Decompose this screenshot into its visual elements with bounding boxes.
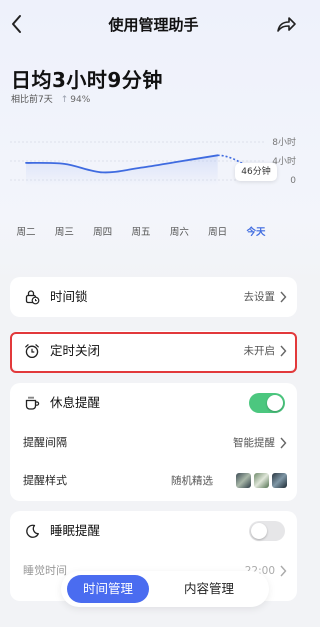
x-tick-label[interactable]: 周四 xyxy=(93,227,112,238)
page-title: 使用管理助手 xyxy=(108,16,199,34)
lock-clock-icon xyxy=(25,290,40,305)
x-tick-label[interactable]: 周二 xyxy=(16,227,35,238)
tab-content-management[interactable]: 内容管理 xyxy=(161,575,257,603)
daily-average: 日均3小时9分钟 xyxy=(11,68,163,92)
reminder-interval-value: 智能提醒 xyxy=(233,437,275,449)
time-lock-value: 去设置 xyxy=(243,291,276,303)
today-value-tooltip: 46分钟 xyxy=(235,163,277,181)
rest-reminder-card: 休息提醒 提醒间隔 智能提醒 提醒样式 随机精选 xyxy=(10,383,297,501)
coffee-cup-icon xyxy=(25,396,40,410)
usage-chart: 8小时4小时0 周二 周三 周四 周五 周六 周日 今天 xyxy=(10,136,296,238)
chevron-right-icon xyxy=(280,437,287,449)
reminder-style-row[interactable]: 提醒样式 随机精选 xyxy=(10,461,297,501)
rest-reminder-label: 休息提醒 xyxy=(50,395,101,410)
reminder-style-label: 提醒样式 xyxy=(23,474,67,487)
x-tick-label[interactable]: 周五 xyxy=(131,227,150,238)
tab-time-management[interactable]: 时间管理 xyxy=(67,575,149,603)
sleep-reminder-row: 睡眠提醒 xyxy=(10,511,297,551)
share-icon xyxy=(277,17,296,32)
reminder-interval-row[interactable]: 提醒间隔 智能提醒 xyxy=(10,423,297,463)
style-thumbnail xyxy=(272,473,287,488)
compare-label: 相比前7天 xyxy=(11,95,53,105)
sleep-reminder-toggle[interactable] xyxy=(249,521,285,541)
toggle-knob xyxy=(267,395,283,411)
compare-percent: 94% xyxy=(70,95,91,105)
time-lock-label: 时间锁 xyxy=(50,289,88,304)
time-lock-card: 时间锁 去设置 xyxy=(10,277,297,317)
x-tick-label[interactable]: 周日 xyxy=(208,227,227,238)
up-arrow-icon: ↑ xyxy=(60,95,69,105)
style-thumbnail xyxy=(236,473,251,488)
rest-reminder-toggle[interactable] xyxy=(249,393,285,413)
comparison-text: 相比前7天 ↑ 94% xyxy=(11,92,90,105)
chevron-right-icon xyxy=(280,291,287,303)
selection-highlight xyxy=(10,332,297,373)
time-lock-row[interactable]: 时间锁 去设置 xyxy=(10,277,297,317)
reminder-style-value: 随机精选 xyxy=(171,475,213,487)
x-tick-label[interactable]: 今天 xyxy=(245,226,266,238)
toggle-knob xyxy=(251,523,267,539)
style-thumbnail xyxy=(254,473,269,488)
chevron-right-icon xyxy=(280,565,287,577)
reminder-interval-label: 提醒间隔 xyxy=(23,436,67,449)
moon-icon xyxy=(26,524,39,538)
rest-reminder-row: 休息提醒 xyxy=(10,383,297,423)
x-tick-label[interactable]: 周三 xyxy=(55,227,74,238)
sleep-reminder-label: 睡眠提醒 xyxy=(50,523,101,538)
x-tick-label[interactable]: 周六 xyxy=(170,226,190,238)
y-tick-label: 8小时 xyxy=(272,136,296,148)
style-thumbnails xyxy=(236,473,287,488)
share-button[interactable] xyxy=(275,14,297,34)
bottom-tab-bar: 时间管理 内容管理 xyxy=(61,571,269,607)
y-tick-label: 0 xyxy=(290,176,296,186)
